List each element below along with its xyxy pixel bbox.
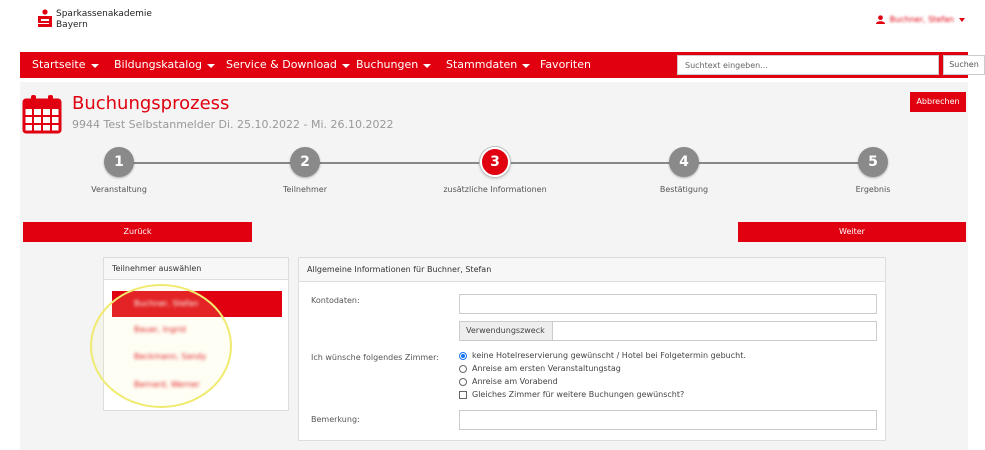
step-3-label: zusätzliche Informationen [443,185,547,194]
verwendungszweck-input[interactable] [552,321,877,341]
step-1-label: Veranstaltung [91,185,147,194]
general-info-panel: Allgemeine Informationen für Buchner, St… [298,257,886,441]
step-4-circle: 4 [669,147,699,177]
chevron-down-icon [522,63,531,68]
zimmer-label: Ich wünsche folgendes Zimmer: [311,353,439,362]
step-5-circle: 5 [858,147,888,177]
search-input[interactable] [677,55,939,75]
user-menu[interactable]: Buchner, Stefan [875,15,965,24]
participant-item[interactable]: Beckmann, Sandy [112,344,282,370]
zimmer-option-label: Anreise am ersten Veranstaltungstag [472,364,621,373]
same-room-checkbox[interactable]: Gleiches Zimmer für weitere Buchungen ge… [459,390,684,399]
step-3-circle: 3 [480,147,510,177]
nav-item-favoriten[interactable]: Favoriten [540,52,591,78]
brand-name: Sparkassenakademie Bayern [56,9,152,31]
checkbox-icon [459,390,467,399]
chevron-down-icon [207,63,216,68]
same-room-label: Gleiches Zimmer für weitere Buchungen ge… [472,390,685,399]
zimmer-option-evening-before[interactable]: Anreise am Vorabend [459,377,558,386]
page-subtitle: 9944 Test Selbstanmelder Di. 25.10.2022 … [72,118,394,131]
kontodaten-input[interactable] [459,294,877,314]
next-button[interactable]: Weiter [738,222,966,242]
verwendungszweck-addon: Verwendungszweck [459,321,553,341]
chevron-down-icon [341,63,350,68]
form-title: Allgemeine Informationen für Buchner, St… [299,258,885,282]
back-button[interactable]: Zurück [23,222,252,242]
top-header: Sparkassenakademie Bayern Buchner, Stefa… [0,0,985,48]
nav-item-service-download[interactable]: Service & Download [226,52,350,78]
chevron-down-icon [959,17,965,22]
nav-item-bildungskatalog[interactable]: Bildungskatalog [114,52,216,78]
nav-label: Service & Download [226,58,337,71]
brand-line1: Sparkassenakademie [56,9,152,19]
participant-item[interactable]: Bauer, Ingrid [112,317,282,343]
nav-label: Favoriten [540,58,591,71]
nav-label: Startseite [32,58,86,71]
radio-icon [459,364,467,373]
sparkasse-logo-icon [38,9,52,27]
user-name: Buchner, Stefan [889,15,954,24]
cancel-button[interactable]: Abbrechen [910,92,966,112]
step-2-label: Teilnehmer [283,185,327,194]
chevron-down-icon [90,63,99,68]
zimmer-option-first-day[interactable]: Anreise am ersten Veranstaltungstag [459,364,621,373]
radio-selected-icon [459,351,467,360]
nav-label: Stammdaten [446,58,518,71]
participant-name: Bauer, Ingrid [134,325,186,334]
participants-panel: Teilnehmer auswählen Buchner, Stefan Bau… [103,257,289,411]
participant-item[interactable]: Bernard, Werner [112,372,282,398]
zimmer-option-label: keine Hotelreservierung gewünscht / Hote… [472,351,746,360]
nav-label: Bildungskatalog [114,58,203,71]
participant-name: Bernard, Werner [134,380,200,389]
nav-item-stammdaten[interactable]: Stammdaten [446,52,531,78]
brand-line2: Bayern [56,20,88,30]
bemerkung-input[interactable] [459,410,877,430]
zimmer-option-no-hotel[interactable]: keine Hotelreservierung gewünscht / Hote… [459,351,746,360]
page-title: Buchungsprozess [72,93,230,114]
participants-title: Teilnehmer auswählen [104,258,288,280]
nav-label: Buchungen [356,58,419,71]
step-1-circle: 1 [104,147,134,177]
nav-item-startseite[interactable]: Startseite [32,52,99,78]
calendar-icon [22,95,62,134]
zimmer-option-label: Anreise am Vorabend [472,377,558,386]
nav-item-buchungen[interactable]: Buchungen [356,52,432,78]
participant-name: Buchner, Stefan [134,299,199,308]
user-icon [875,15,885,24]
main-navigation: Startseite Bildungskatalog Service & Dow… [20,52,985,78]
participant-name: Beckmann, Sandy [134,352,207,361]
participant-item[interactable]: Buchner, Stefan [112,291,282,317]
step-4-label: Bestätigung [659,185,709,194]
search-button[interactable]: Suchen [943,55,985,75]
kontodaten-label: Kontodaten: [311,296,360,305]
step-5-label: Ergebnis [855,185,891,194]
bemerkung-label: Bemerkung: [311,415,360,424]
radio-icon [459,377,467,386]
chevron-down-icon [423,63,432,68]
step-2-circle: 2 [290,147,320,177]
